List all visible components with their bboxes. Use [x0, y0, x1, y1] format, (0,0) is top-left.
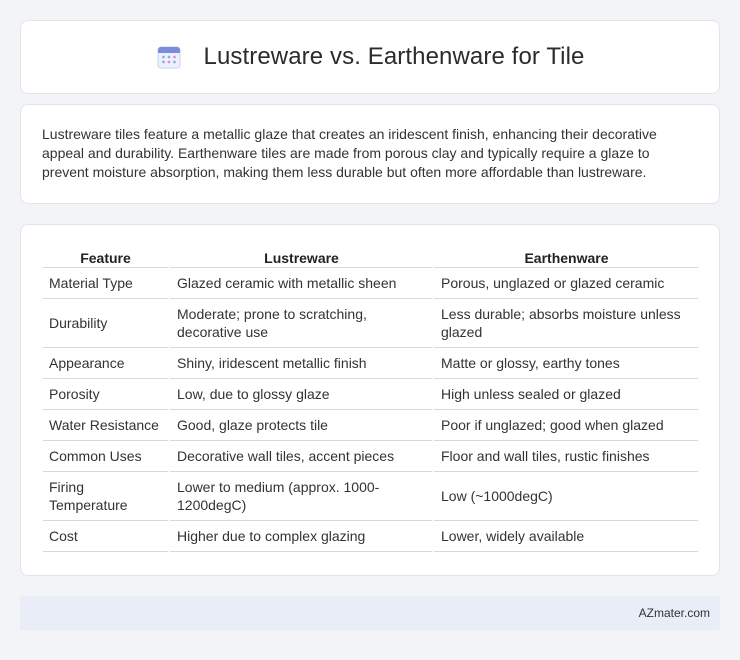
- earthenware-cell: Low (~1000degC): [432, 472, 698, 521]
- earthenware-cell: Poor if unglazed; good when glazed: [432, 410, 698, 441]
- feature-cell: Durability: [43, 299, 168, 348]
- column-header-earthenware: Earthenware: [432, 245, 698, 268]
- lustreware-cell: Low, due to glossy glaze: [168, 379, 432, 410]
- lustreware-cell: Lower to medium (approx. 1000-1200degC): [168, 472, 432, 521]
- footer: AZmater.com: [20, 596, 720, 630]
- feature-cell: Porosity: [43, 379, 168, 410]
- earthenware-cell: Matte or glossy, earthy tones: [432, 348, 698, 379]
- column-header-feature: Feature: [43, 245, 168, 268]
- table-row: Appearance Shiny, iridescent metallic fi…: [43, 348, 698, 379]
- calendar-icon: [157, 46, 180, 69]
- description-card: Lustreware tiles feature a metallic glaz…: [20, 104, 720, 204]
- feature-cell: Water Resistance: [43, 410, 168, 441]
- feature-cell: Appearance: [43, 348, 168, 379]
- feature-cell: Cost: [43, 521, 168, 552]
- earthenware-cell: High unless sealed or glazed: [432, 379, 698, 410]
- table-header-row: Feature Lustreware Earthenware: [43, 245, 698, 268]
- page-title: Lustreware vs. Earthenware for Tile: [203, 43, 585, 70]
- table-row: Firing Temperature Lower to medium (appr…: [43, 472, 698, 521]
- lustreware-cell: Moderate; prone to scratching, decorativ…: [168, 299, 432, 348]
- footer-brand: AZmater.com: [638, 606, 710, 620]
- table-row: Durability Moderate; prone to scratching…: [43, 299, 698, 348]
- table-row: Porosity Low, due to glossy glaze High u…: [43, 379, 698, 410]
- lustreware-cell: Decorative wall tiles, accent pieces: [168, 441, 432, 472]
- comparison-table: Feature Lustreware Earthenware Material …: [43, 245, 698, 552]
- feature-cell: Firing Temperature: [43, 472, 168, 521]
- table-row: Common Uses Decorative wall tiles, accen…: [43, 441, 698, 472]
- lustreware-cell: Good, glaze protects tile: [168, 410, 432, 441]
- table-row: Material Type Glazed ceramic with metall…: [43, 268, 698, 299]
- earthenware-cell: Porous, unglazed or glazed ceramic: [432, 268, 698, 299]
- table-row: Cost Higher due to complex glazing Lower…: [43, 521, 698, 552]
- earthenware-cell: Less durable; absorbs moisture unless gl…: [432, 299, 698, 348]
- lustreware-cell: Glazed ceramic with metallic sheen: [168, 268, 432, 299]
- lustreware-cell: Higher due to complex glazing: [168, 521, 432, 552]
- table-row: Water Resistance Good, glaze protects ti…: [43, 410, 698, 441]
- lustreware-cell: Shiny, iridescent metallic finish: [168, 348, 432, 379]
- feature-cell: Common Uses: [43, 441, 168, 472]
- feature-cell: Material Type: [43, 268, 168, 299]
- earthenware-cell: Floor and wall tiles, rustic finishes: [432, 441, 698, 472]
- description-text: Lustreware tiles feature a metallic glaz…: [42, 126, 657, 180]
- column-header-lustreware: Lustreware: [168, 245, 432, 268]
- comparison-table-card: Feature Lustreware Earthenware Material …: [20, 224, 720, 576]
- title-card: Lustreware vs. Earthenware for Tile: [20, 20, 720, 94]
- earthenware-cell: Lower, widely available: [432, 521, 698, 552]
